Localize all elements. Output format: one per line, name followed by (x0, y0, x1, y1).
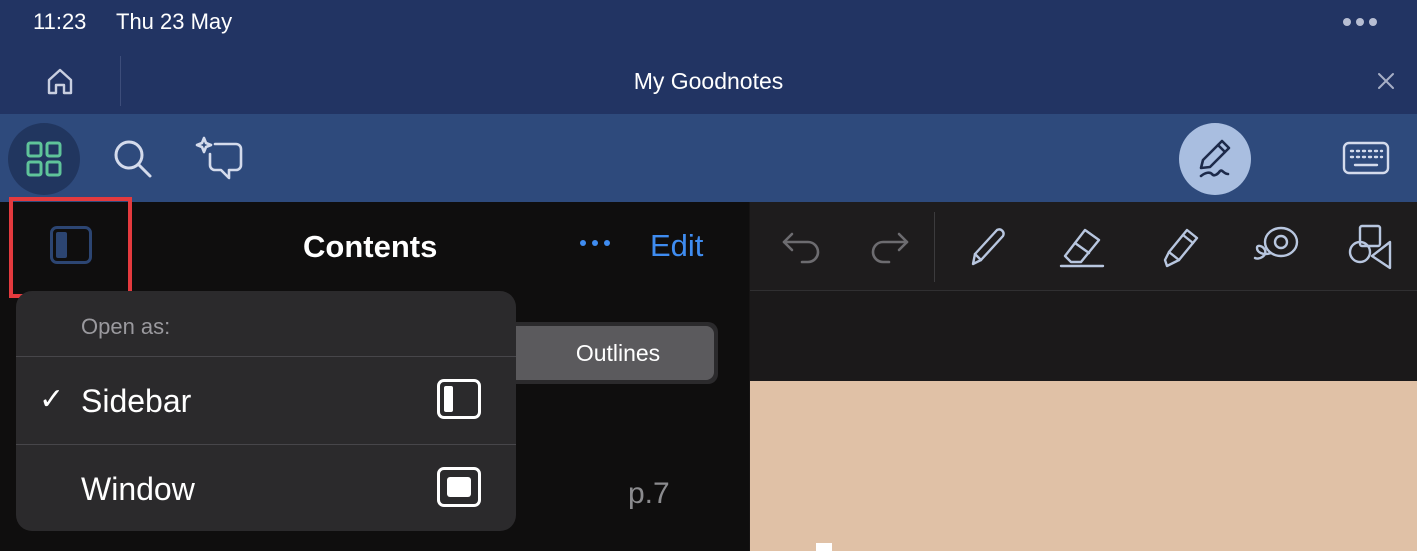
search-icon[interactable] (108, 134, 156, 182)
menu-item-label: Window (81, 471, 195, 507)
toolbar-separator (934, 212, 935, 282)
menu-item-sidebar[interactable]: ✓ Sidebar (16, 357, 516, 444)
page-number: p.7 (628, 477, 670, 510)
segment-outlines[interactable]: Outlines (508, 326, 714, 380)
grid-icon[interactable] (8, 123, 80, 195)
highlighter-icon[interactable] (1151, 220, 1207, 272)
lasso-icon[interactable] (1249, 220, 1305, 272)
menu-item-window[interactable]: Window (16, 445, 516, 531)
sidebar-layout-icon (437, 379, 481, 419)
main-toolbar (0, 114, 1417, 202)
checkmark-icon: ✓ (39, 383, 65, 416)
text-cursor (816, 543, 832, 551)
shapes-icon[interactable] (1344, 220, 1400, 272)
note-page[interactable] (750, 381, 1417, 551)
status-date: Thu 23 May (116, 9, 233, 34)
status-time: 11:23 (33, 9, 87, 34)
ai-chat-icon[interactable] (193, 132, 245, 184)
pen-icon[interactable] (959, 220, 1015, 272)
keyboard-icon[interactable] (1340, 134, 1392, 182)
window-layout-icon (437, 467, 481, 507)
redo-icon[interactable] (861, 220, 917, 272)
sidebar-title: Contents (303, 229, 438, 264)
close-icon[interactable] (1372, 67, 1400, 95)
undo-icon[interactable] (774, 220, 830, 272)
sidebar-toggle-button[interactable] (9, 197, 132, 298)
more-options-icon[interactable] (580, 240, 610, 246)
popover-header: Open as: (81, 314, 171, 339)
window-title: My Goodnotes (633, 68, 784, 94)
open-as-popover: Open as: ✓ Sidebar Window (16, 291, 516, 531)
edit-button[interactable]: Edit (650, 228, 703, 264)
menu-item-label: Sidebar (81, 383, 192, 419)
pen-mode-icon[interactable] (1179, 123, 1251, 195)
status-bar: 11:23 Thu 23 May (0, 0, 1417, 50)
editor-margin (750, 291, 1417, 381)
segmented-control: Outlines (500, 322, 718, 384)
sidebar-layout-icon (49, 225, 92, 264)
title-bar: My Goodnotes (0, 50, 1417, 114)
ellipsis-icon[interactable] (1343, 18, 1377, 26)
eraser-icon[interactable] (1053, 220, 1109, 272)
